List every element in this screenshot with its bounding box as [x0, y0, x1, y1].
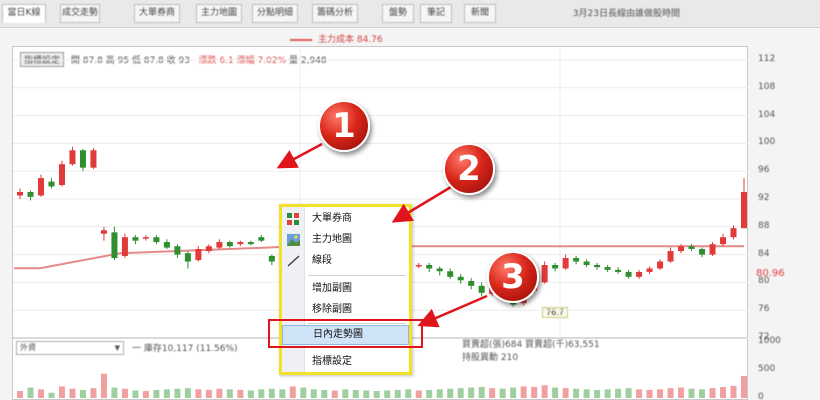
arrow-2: [391, 185, 452, 223]
step-marker-3: 3: [487, 251, 539, 303]
step-marker-1: 1: [318, 100, 370, 152]
app-window: 當日K線 成交走勢 大單券商 主力地圖 分點明細 籌碼分析 盤勢 筆記 新聞 3…: [0, 0, 820, 400]
arrow-3: [417, 294, 488, 328]
annotation-arrows: [276, 142, 488, 328]
step-marker-2: 2: [443, 143, 495, 195]
arrow-1: [276, 142, 323, 169]
